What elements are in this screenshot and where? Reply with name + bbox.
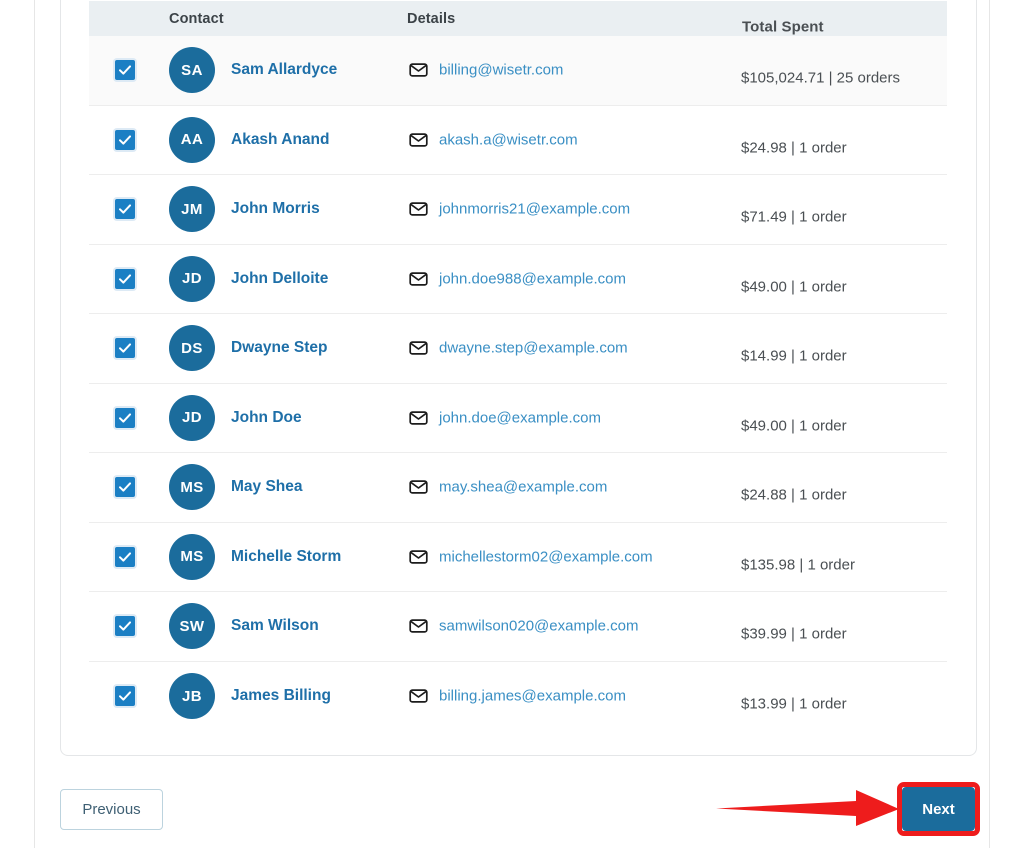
total-spent-value: $39.99 | 1 order: [741, 625, 847, 643]
row-checkbox[interactable]: [115, 546, 135, 567]
contact-name-link[interactable]: John Doe: [231, 409, 302, 427]
envelope-icon: [409, 478, 428, 497]
total-spent-value: $71.49 | 1 order: [741, 208, 847, 226]
contact-name-link[interactable]: Michelle Storm: [231, 548, 341, 566]
total-spent-value: $49.00 | 1 order: [741, 417, 847, 435]
total-spent-value: $13.99 | 1 order: [741, 695, 847, 713]
contact-email-link[interactable]: akash.a@wisetr.com: [439, 131, 578, 148]
avatar: JM: [169, 186, 215, 233]
envelope-icon: [409, 408, 428, 427]
table-row[interactable]: DS Dwayne Step dwayne.step@example.com $14.…: [89, 314, 947, 384]
previous-button[interactable]: Previous: [60, 789, 163, 830]
contact-email-link[interactable]: billing@wisetr.com: [439, 62, 563, 79]
total-spent-value: $105,024.71 | 25 orders: [741, 69, 901, 87]
row-checkbox[interactable]: [115, 199, 135, 220]
contact-name-link[interactable]: John Delloite: [231, 270, 328, 288]
avatar: MS: [169, 533, 215, 580]
avatar: JD: [169, 394, 215, 441]
envelope-icon: [409, 547, 428, 566]
table-row[interactable]: JB James Billing billing.james@example.com…: [89, 662, 947, 732]
contact-email-link[interactable]: michellestorm02@example.com: [439, 548, 653, 565]
table-row[interactable]: MS May Shea may.shea@example.com $24.88 | 1…: [89, 453, 947, 523]
total-spent-value: $14.99 | 1 order: [741, 347, 847, 365]
envelope-icon: [409, 130, 428, 149]
contact-name-link[interactable]: Akash Anand: [231, 131, 329, 149]
row-checkbox[interactable]: [115, 407, 135, 428]
table-row[interactable]: MS Michelle Storm michellestorm02@example.…: [89, 523, 947, 592]
total-spent-value: $49.00 | 1 order: [741, 278, 847, 296]
total-spent-value: $135.98 | 1 order: [741, 556, 855, 574]
row-checkbox[interactable]: [115, 477, 135, 498]
row-checkbox[interactable]: [115, 338, 135, 359]
table-row[interactable]: SA Sam Allardyce billing@wisetr.com $105,02…: [89, 36, 947, 106]
avatar: AA: [169, 116, 215, 163]
column-header-details: Details: [407, 10, 456, 27]
row-checkbox[interactable]: [115, 129, 135, 150]
next-button[interactable]: Next: [902, 787, 975, 831]
contact-name-link[interactable]: Sam Wilson: [231, 617, 319, 635]
envelope-icon: [409, 617, 428, 636]
contact-email-link[interactable]: john.doe@example.com: [439, 409, 601, 426]
table-header-row: Contact Details Total Spent: [89, 1, 947, 36]
contact-name-link[interactable]: James Billing: [231, 687, 331, 705]
contact-email-link[interactable]: johnmorris21@example.com: [439, 201, 630, 218]
contacts-table-card: Contact Details Total Spent SA Sam Allard…: [60, 0, 977, 756]
avatar: DS: [169, 325, 215, 372]
table-row[interactable]: JM John Morris johnmorris21@example.com $71…: [89, 175, 947, 245]
table-row[interactable]: JD John Doe john.doe@example.com $49.00 | 1…: [89, 384, 947, 453]
envelope-icon: [409, 269, 428, 288]
envelope-icon: [409, 687, 428, 706]
contact-email-link[interactable]: may.shea@example.com: [439, 479, 607, 496]
contact-email-link[interactable]: dwayne.step@example.com: [439, 340, 628, 357]
envelope-icon: [409, 61, 428, 80]
row-checkbox[interactable]: [115, 60, 135, 81]
avatar: JB: [169, 673, 215, 720]
contact-email-link[interactable]: billing.james@example.com: [439, 688, 626, 705]
contact-name-link[interactable]: Sam Allardyce: [231, 61, 337, 79]
row-checkbox[interactable]: [115, 268, 135, 289]
contact-name-link[interactable]: May Shea: [231, 478, 303, 496]
contact-email-link[interactable]: samwilson020@example.com: [439, 618, 638, 635]
avatar: JD: [169, 255, 215, 302]
avatar: MS: [169, 464, 215, 511]
total-spent-value: $24.88 | 1 order: [741, 486, 847, 504]
envelope-icon: [409, 200, 428, 219]
contact-name-link[interactable]: John Morris: [231, 200, 320, 218]
column-header-total-spent: Total Spent: [742, 18, 824, 35]
row-checkbox[interactable]: [115, 686, 135, 707]
contact-email-link[interactable]: john.doe988@example.com: [439, 270, 626, 287]
avatar: SA: [169, 47, 215, 94]
table-row[interactable]: AA Akash Anand akash.a@wisetr.com $24.98 | …: [89, 106, 947, 175]
table-row[interactable]: SW Sam Wilson samwilson020@example.com $39.…: [89, 592, 947, 662]
column-header-contact: Contact: [169, 10, 224, 27]
annotation-arrow-right-icon: [716, 788, 901, 828]
table-row[interactable]: JD John Delloite john.doe988@example.com $4…: [89, 245, 947, 314]
table-body: SA Sam Allardyce billing@wisetr.com $105,02…: [89, 36, 947, 731]
envelope-icon: [409, 339, 428, 358]
avatar: SW: [169, 603, 215, 650]
total-spent-value: $24.98 | 1 order: [741, 139, 847, 157]
row-checkbox[interactable]: [115, 616, 135, 637]
contact-name-link[interactable]: Dwayne Step: [231, 339, 327, 357]
